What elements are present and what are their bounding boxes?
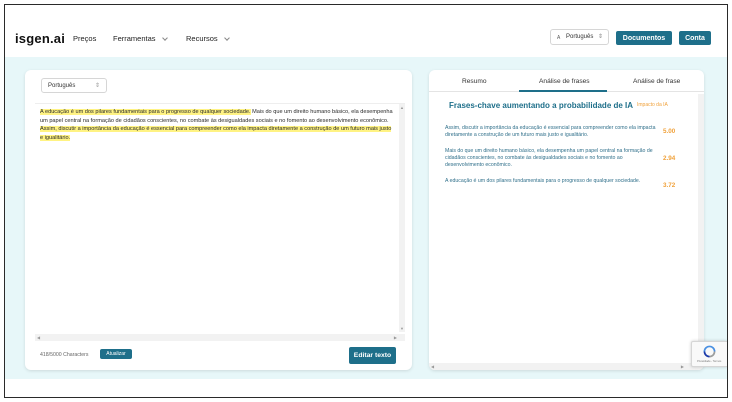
edit-text-button[interactable]: Editar texto [349, 347, 396, 364]
scroll-right-icon[interactable]: ▶ [394, 335, 397, 340]
analysis-horizontal-scrollbar[interactable]: ◀ ▶ [429, 363, 704, 370]
phrase-score: 2.94 [663, 155, 676, 162]
nav-link-ferramentas[interactable]: Ferramentas [113, 34, 168, 43]
top-navbar: isgen.ai Preços Ferramentas Recursos A P… [5, 5, 727, 57]
main-content: Português ⇕ A educação é um dos pilares … [5, 57, 727, 379]
phrase-score: 5.00 [663, 128, 676, 135]
nav-link-label: Preços [73, 34, 97, 43]
app-window: isgen.ai Preços Ferramentas Recursos A P… [4, 4, 728, 398]
phrase-item[interactable]: Mais do que um direito humano básico, el… [445, 148, 660, 170]
scroll-left-icon[interactable]: ◀ [431, 364, 434, 369]
tab-analise-de-frases[interactable]: Análise de frases [539, 78, 590, 85]
scroll-down-icon[interactable]: ▼ [400, 326, 404, 331]
editor-text[interactable]: A educação é um dos pilares fundamentais… [40, 108, 395, 142]
scroll-left-icon[interactable]: ◀ [37, 335, 40, 340]
recaptcha-badge[interactable]: Privacidade - Termos [691, 341, 727, 367]
phrase-score: 3.72 [663, 182, 676, 189]
translate-icon: A [557, 35, 561, 40]
editor-language-select[interactable]: Português ⇕ [41, 78, 107, 93]
editor-horizontal-scrollbar[interactable]: ◀ ▶ [35, 334, 405, 341]
scroll-up-icon[interactable]: ▲ [400, 105, 404, 110]
recaptcha-footer: Privacidade - Termos [697, 360, 722, 363]
tab-analise-de-frase[interactable]: Análise de frase [633, 78, 680, 85]
scroll-right-icon[interactable]: ▶ [681, 364, 684, 369]
editor-language-value: Português [48, 82, 76, 89]
account-button[interactable]: Conta [679, 31, 711, 45]
phrase-item[interactable]: A educação é um dos pilares fundamentais… [445, 178, 660, 185]
tab-resumo[interactable]: Resumo [462, 78, 487, 85]
nav-link-precos[interactable]: Preços [73, 34, 96, 43]
highlighted-segment: Assim, discutir a importância da educaçã… [40, 126, 392, 141]
svg-text:A: A [557, 35, 561, 40]
analysis-vertical-scrollbar[interactable] [698, 94, 704, 362]
nav-link-recursos[interactable]: Recursos [186, 34, 230, 43]
analysis-tabs: Resumo Análise de frases Análise de fras… [429, 70, 704, 92]
language-select-value: Português [566, 34, 594, 40]
phrase-item[interactable]: Assim, discutir a importância da educaçã… [445, 125, 660, 139]
refresh-button[interactable]: Atualizar [100, 349, 132, 359]
site-logo[interactable]: isgen.ai [15, 31, 65, 46]
nav-link-label: Ferramentas [113, 34, 156, 43]
recaptcha-icon [703, 345, 716, 358]
chevron-down-icon [161, 34, 168, 41]
active-tab-indicator [519, 90, 607, 92]
language-select[interactable]: A Português ⇕ [550, 29, 609, 45]
character-count: 418/5000 Characters [40, 352, 89, 358]
nav-link-label: Recursos [186, 34, 218, 43]
highlighted-segment: A educação é um dos pilares fundamentais… [40, 109, 251, 115]
text-editor[interactable]: A educação é um dos pilares fundamentais… [35, 103, 405, 341]
impact-column-label: Impacto da IA [637, 102, 668, 108]
documents-button[interactable]: Documentos [616, 31, 672, 45]
select-arrows-icon: ⇕ [94, 83, 100, 89]
editor-vertical-scrollbar[interactable]: ▲ ▼ [399, 104, 405, 332]
analysis-card: Resumo Análise de frases Análise de fras… [429, 70, 704, 370]
panel-title: Frases-chave aumentando a probabilidade … [449, 101, 634, 110]
chevron-down-icon [223, 34, 230, 41]
editor-card: Português ⇕ A educação é um dos pilares … [25, 70, 412, 370]
select-arrows-icon: ⇕ [597, 33, 603, 40]
